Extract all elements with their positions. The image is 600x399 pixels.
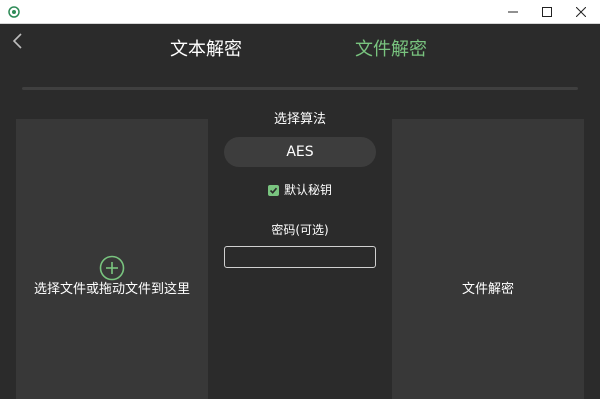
tab-text-decrypt[interactable]: 文本解密 <box>170 37 242 63</box>
check-icon <box>269 187 278 194</box>
default-key-label: 默认秘钥 <box>284 183 333 197</box>
header-divider <box>22 87 578 90</box>
close-button[interactable] <box>564 0 598 24</box>
algorithm-select[interactable]: AES <box>224 137 376 167</box>
app-icon <box>8 6 20 18</box>
title-bar <box>0 0 600 24</box>
maximize-icon <box>542 7 552 17</box>
close-icon <box>576 7 586 17</box>
file-decrypt-label: 文件解密 <box>461 282 514 297</box>
minimize-button[interactable] <box>496 0 530 24</box>
main-content: 文本解密 文件解密 选择文件或拖动文件到这里 选择算法 AES 默认秘钥 密码(… <box>0 24 600 399</box>
default-key-checkbox-row[interactable]: 默认秘钥 <box>268 182 332 198</box>
minimize-icon <box>508 11 518 13</box>
tab-file-decrypt[interactable]: 文件解密 <box>355 37 427 63</box>
plus-circle-icon <box>99 255 125 281</box>
file-drop-zone[interactable]: 选择文件或拖动文件到这里 <box>16 119 208 399</box>
drop-zone-label: 选择文件或拖动文件到这里 <box>33 282 190 297</box>
password-input[interactable] <box>224 246 376 268</box>
chevron-left-icon[interactable] <box>9 32 27 50</box>
file-decrypt-button[interactable]: 文件解密 <box>392 119 584 399</box>
algorithm-title: 选择算法 <box>273 112 326 127</box>
app-window: 文本解密 文件解密 选择文件或拖动文件到这里 选择算法 AES 默认秘钥 密码(… <box>0 0 600 399</box>
default-key-checkbox[interactable] <box>268 184 279 196</box>
maximize-button[interactable] <box>530 0 564 24</box>
password-label: 密码(可选) <box>271 223 329 237</box>
